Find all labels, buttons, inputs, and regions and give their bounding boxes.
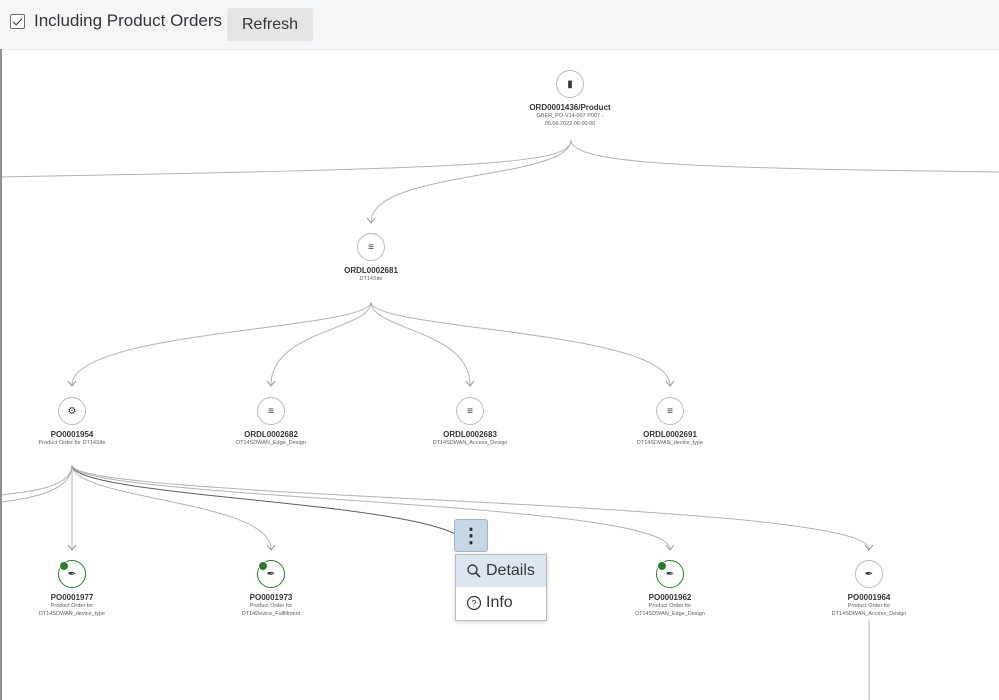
node-subtitle: DT14SDWAN_device_type — [636, 440, 704, 446]
question-icon: ? — [466, 595, 482, 611]
node-ordl0002691[interactable]: ≡ ORDL0002691 DT14SDWAN_device_type — [590, 397, 750, 447]
list-icon: ≡ — [456, 397, 484, 425]
node-subtitle: Product Order for — [648, 603, 692, 609]
node-subtitle: Product Order for — [50, 603, 94, 609]
success-check-icon — [657, 561, 667, 571]
node-subtitle: DT14SDWAN_Edge_Design — [635, 611, 705, 617]
node-subtitle: DT14SDWAN_Access_Design — [831, 611, 907, 617]
node-context-menu: Details ? Info — [455, 554, 547, 621]
edge — [370, 139, 572, 223]
list-icon: ≡ — [257, 397, 285, 425]
menu-item-label: Details — [486, 562, 535, 579]
node-subtitle: Product Order for — [847, 603, 891, 609]
node-subtitle: DT14Device_Fulfillment — [241, 611, 301, 617]
node-subtitle: DT14Site — [359, 276, 383, 282]
edge — [270, 301, 372, 386]
wrench-icon: ✒ — [257, 560, 285, 588]
node-po0001964[interactable]: ✒ PO0001964 Product Order for DT14SDWAN_… — [789, 560, 949, 618]
node-title: ORDL0002681 — [344, 266, 398, 275]
node-title: PO0001977 — [50, 593, 94, 602]
node-ordl0002683[interactable]: ≡ ORDL0002683 DT14SDWAN_Access_Design — [390, 397, 550, 447]
node-root-order[interactable]: ▮ ORD0001436/Product GBER_PO-V14-007 P00… — [490, 70, 650, 128]
node-subtitle: 05.06.2022 06:00:00 — [544, 121, 596, 127]
wrench-icon: ✒ — [855, 560, 883, 588]
edge — [71, 464, 671, 550]
node-title: PO0001964 — [847, 593, 891, 602]
menu-item-details[interactable]: Details — [456, 555, 546, 587]
list-icon: ≡ — [656, 397, 684, 425]
edge — [570, 139, 999, 173]
svg-text:?: ? — [471, 599, 476, 609]
node-subtitle: GBER_PO-V14-007 P007 - — [536, 113, 604, 119]
node-subtitle: Product Order for DT14Site — [38, 440, 106, 446]
menu-item-info[interactable]: ? Info — [456, 587, 546, 619]
node-po0001977[interactable]: ✒ PO0001977 Product Order for DT14SDWAN_… — [0, 560, 152, 618]
success-check-icon — [258, 561, 268, 571]
node-actions-button[interactable]: ⋮ — [454, 519, 488, 552]
wrench-icon: ✒ — [58, 560, 86, 588]
node-title: ORD0001436/Product — [529, 103, 611, 112]
node-title: ORDL0002683 — [443, 430, 497, 439]
node-subtitle: DT14SDWAN_Access_Design — [432, 440, 508, 446]
node-title: PO0001973 — [249, 593, 293, 602]
edge — [1, 464, 73, 503]
menu-item-label: Info — [486, 594, 513, 611]
wrench-icon: ✒ — [656, 560, 684, 588]
node-po0001962[interactable]: ✒ PO0001962 Product Order for DT14SDWAN_… — [590, 560, 750, 618]
edge — [370, 301, 471, 386]
node-po0001954[interactable]: ⚙ PO0001954 Product Order for DT14Site — [0, 397, 152, 447]
edge — [71, 464, 471, 550]
more-vertical-icon: ⋮ — [461, 524, 481, 547]
node-po0001973[interactable]: ✒ PO0001973 Product Order for DT14Device… — [191, 560, 351, 618]
node-title: ORDL0002691 — [643, 430, 697, 439]
list-icon: ≡ — [357, 233, 385, 261]
success-check-icon — [59, 561, 69, 571]
edge — [1, 464, 73, 496]
node-ordl0002681[interactable]: ≡ ORDL0002681 DT14Site — [291, 233, 451, 283]
node-title: PO0001962 — [648, 593, 692, 602]
node-title: ORDL0002682 — [244, 430, 298, 439]
edge — [370, 301, 671, 386]
search-icon — [467, 564, 481, 578]
node-title: PO0001954 — [50, 430, 94, 439]
edge — [1, 139, 572, 178]
node-subtitle: Product Order for — [249, 603, 293, 609]
gear-icon: ⚙ — [58, 397, 86, 425]
edge — [71, 301, 372, 386]
node-subtitle: DT14SDWAN_device_type — [38, 611, 106, 617]
node-ordl0002682[interactable]: ≡ ORDL0002682 DT14SDWAN_Edge_Design — [191, 397, 351, 447]
node-subtitle: DT14SDWAN_Edge_Design — [236, 440, 306, 446]
document-icon: ▮ — [556, 70, 584, 98]
